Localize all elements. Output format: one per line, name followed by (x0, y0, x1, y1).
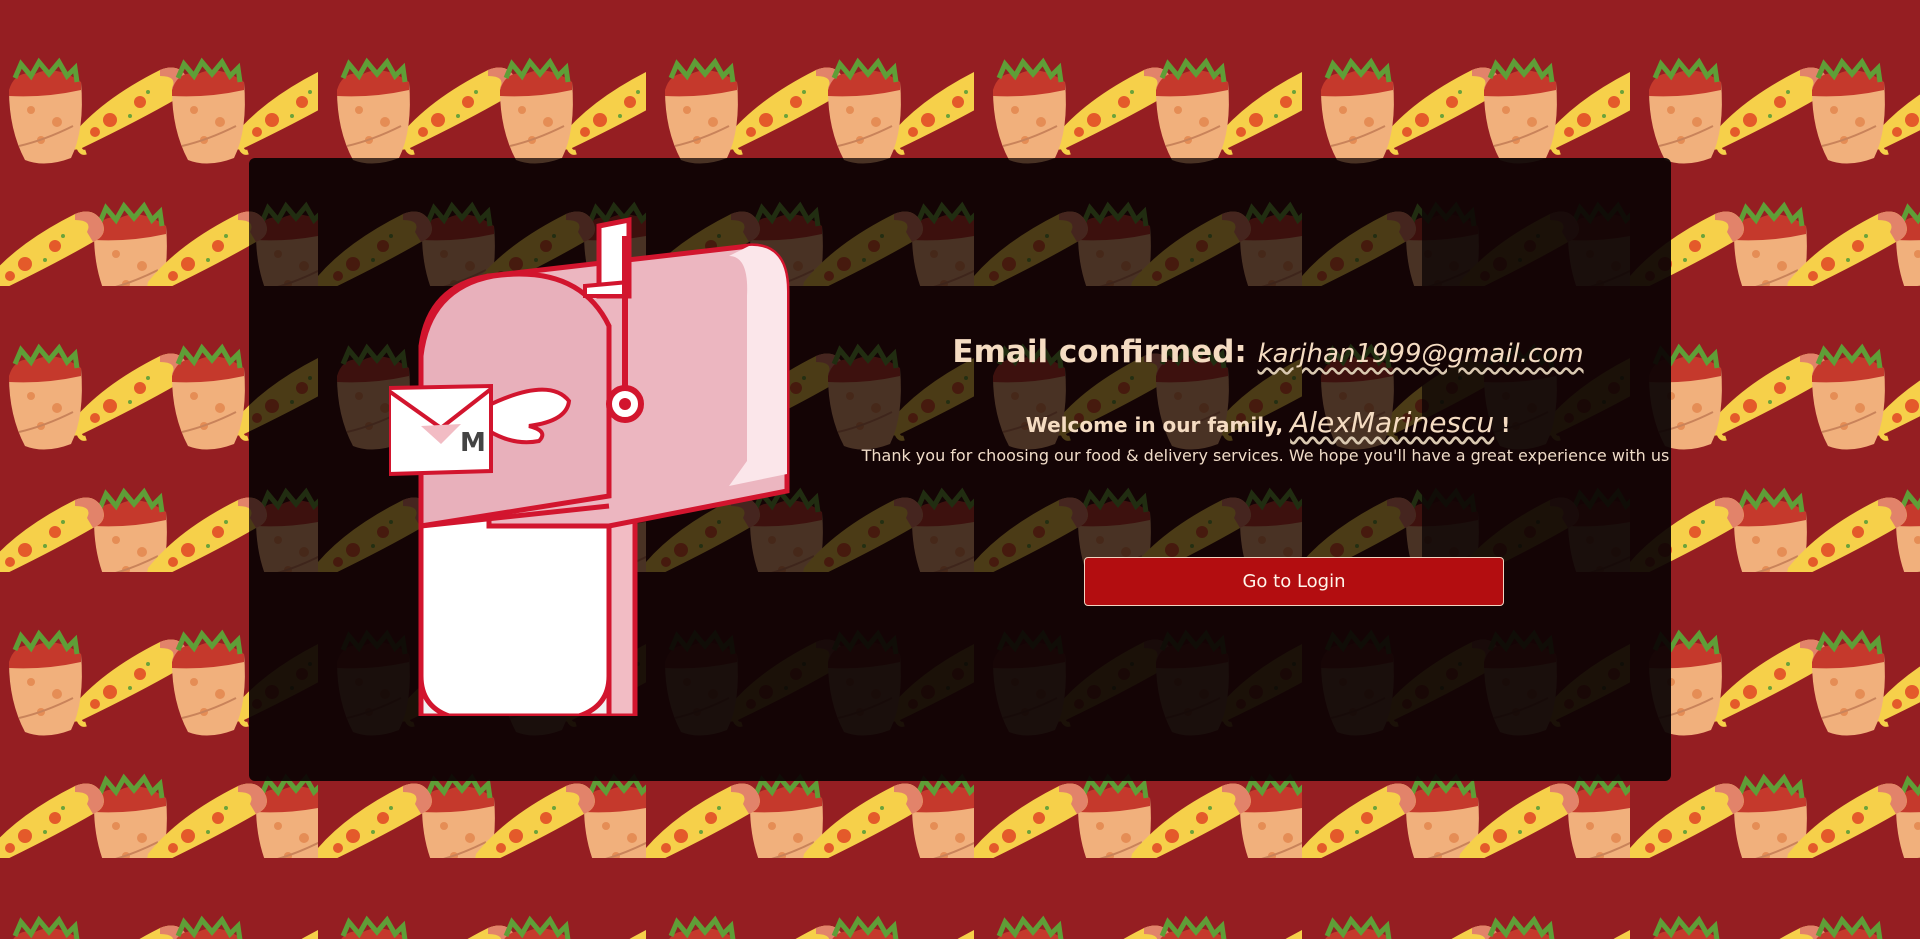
confirmation-content: Email confirmed: karjhan1999@gmail.com W… (824, 158, 1671, 781)
mailbox-icon (389, 216, 790, 716)
welcome-suffix: ! (1501, 413, 1511, 437)
envelope-letter: M (460, 428, 486, 458)
go-to-login-button[interactable]: Go to Login (1084, 557, 1504, 606)
username: AlexMarinescu (1290, 406, 1495, 439)
welcome-prefix: Welcome in our family, (1025, 413, 1284, 437)
confirmed-email: karjhan1999@gmail.com (1257, 339, 1584, 369)
welcome-message: Welcome in our family, AlexMarinescu ! (824, 406, 1671, 439)
confirmation-card: M Email confirmed: karjhan1999@gmail.com… (249, 158, 1671, 781)
title-prefix: Email confirmed: (952, 334, 1247, 370)
thank-you-message: Thank you for choosing our food & delive… (861, 446, 1671, 465)
confirmation-title: Email confirmed: karjhan1999@gmail.com (824, 334, 1671, 370)
